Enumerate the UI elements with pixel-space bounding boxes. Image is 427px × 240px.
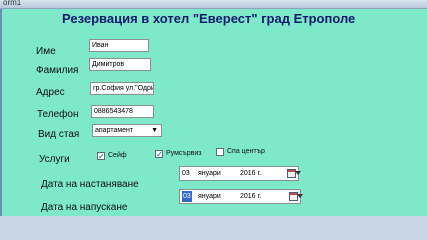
room-service-checkbox-label: Румсървиз bbox=[166, 150, 202, 157]
safe-checkbox[interactable]: ✓ bbox=[97, 152, 105, 161]
calendar-icon[interactable] bbox=[289, 192, 303, 201]
name-label: Име bbox=[36, 46, 56, 57]
checkin-month[interactable]: януари bbox=[198, 167, 221, 180]
checkout-day[interactable]: 03 bbox=[182, 191, 192, 202]
form-title: Резервация в хотел "Еверест" град Етропо… bbox=[62, 11, 356, 26]
checkin-date-picker[interactable]: 03 януари 2016 г. bbox=[179, 166, 301, 181]
checkout-date-picker[interactable]: 03 януари 2016 г. bbox=[179, 189, 303, 204]
checkout-year[interactable]: 2016 г. bbox=[240, 190, 261, 203]
checkin-label: Дата на настаняване bbox=[41, 179, 139, 190]
spa-checkbox[interactable] bbox=[216, 148, 224, 156]
calendar-icon[interactable] bbox=[287, 169, 301, 178]
phone-input[interactable]: 0886543478 bbox=[91, 105, 154, 118]
spa-checkbox-label: Спа център bbox=[227, 148, 265, 155]
address-label: Адрес bbox=[36, 87, 65, 98]
window-titlebar: orm1 bbox=[0, 0, 427, 9]
reservation-form: Резервация в хотел "Еверест" град Етропо… bbox=[0, 9, 427, 216]
window-title: orm1 bbox=[3, 0, 22, 7]
phone-label: Телефон bbox=[37, 109, 79, 120]
checkmark-icon: ✓ bbox=[156, 150, 163, 159]
name-input[interactable]: Иван bbox=[89, 39, 149, 52]
chevron-down-icon[interactable]: ▼ bbox=[151, 127, 158, 135]
surname-label: Фамилия bbox=[36, 65, 79, 76]
services-label: Услуги bbox=[39, 154, 70, 165]
checkout-label: Дата на напускане bbox=[41, 202, 128, 213]
checkin-year[interactable]: 2016 г. bbox=[240, 167, 261, 180]
room-type-value: апартамент bbox=[95, 127, 134, 134]
surname-input[interactable]: Димитров bbox=[89, 58, 151, 71]
room-service-checkbox[interactable]: ✓ bbox=[155, 150, 163, 159]
room-type-select[interactable]: апартамент ▼ bbox=[92, 124, 162, 137]
checkmark-icon: ✓ bbox=[98, 152, 105, 161]
checkout-month[interactable]: януари bbox=[198, 190, 221, 203]
address-input[interactable]: гр.София ул."Одри bbox=[90, 82, 154, 95]
checkin-day[interactable]: 03 bbox=[182, 167, 190, 180]
room-type-label: Вид стая bbox=[38, 129, 80, 140]
safe-checkbox-label: Сейф bbox=[108, 152, 127, 159]
